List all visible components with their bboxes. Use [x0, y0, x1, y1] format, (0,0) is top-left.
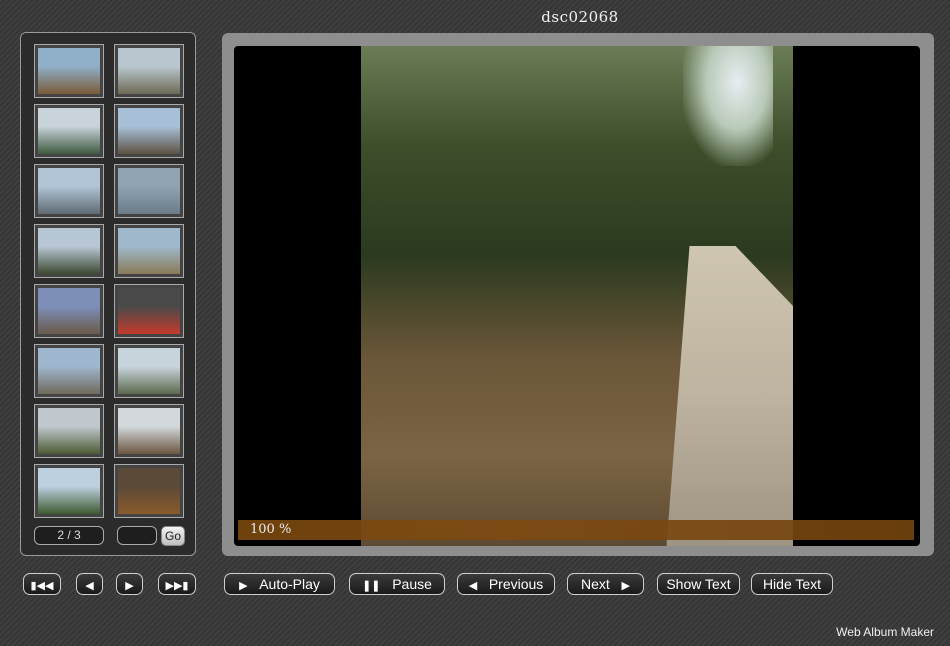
thumbnail-image — [118, 348, 180, 394]
thumbnail-image — [38, 468, 100, 514]
show-text-button[interactable]: Show Text — [657, 573, 740, 595]
next-button[interactable]: Next ▶ — [567, 573, 644, 595]
main-photo[interactable] — [361, 46, 793, 546]
hide-text-label: Hide Text — [762, 576, 822, 592]
thumbnail-image — [118, 48, 180, 94]
autoplay-label: Auto-Play — [259, 576, 320, 592]
thumbnail[interactable] — [114, 404, 184, 458]
thumbnail-image — [38, 228, 100, 274]
thumbnail[interactable] — [114, 284, 184, 338]
thumbnail-image — [38, 408, 100, 454]
photo-viewer: 100 % — [234, 46, 920, 546]
pause-icon: ❚❚ — [362, 580, 381, 592]
thumbnail[interactable] — [34, 44, 104, 98]
thumbnail-image — [118, 408, 180, 454]
next-icon: ▶ — [125, 580, 134, 592]
play-icon: ▶ — [239, 580, 248, 592]
prev-icon: ◀ — [85, 580, 94, 592]
previous-label: Previous — [488, 576, 544, 592]
viewer-frame: 100 % — [222, 33, 934, 556]
page-indicator: 2 / 3 — [34, 526, 104, 545]
photo-road — [666, 246, 793, 546]
thumbnail-image — [118, 228, 180, 274]
autoplay-button[interactable]: ▶ Auto-Play — [224, 573, 335, 595]
thumbnail[interactable] — [114, 344, 184, 398]
thumbnail[interactable] — [34, 404, 104, 458]
show-text-label: Show Text — [666, 576, 731, 592]
photo-sky — [683, 46, 773, 166]
previous-button[interactable]: ◀ Previous — [457, 573, 555, 595]
thumbnail[interactable] — [34, 464, 104, 518]
thumbnail-image — [38, 348, 100, 394]
pause-label: Pause — [392, 576, 432, 592]
thumbnail-image — [118, 108, 180, 154]
next-label: Next — [581, 576, 610, 592]
thumbnail[interactable] — [114, 44, 184, 98]
first-button[interactable]: ▮◀◀ — [23, 573, 61, 595]
thumbnail-image — [38, 288, 100, 334]
thumbnail[interactable] — [34, 224, 104, 278]
thumbnail-image — [118, 168, 180, 214]
thumbnail-image — [38, 108, 100, 154]
thumbnail[interactable] — [114, 224, 184, 278]
go-button[interactable]: Go — [161, 526, 185, 546]
thumbnail[interactable] — [114, 164, 184, 218]
thumbnail[interactable] — [114, 104, 184, 158]
thumbnail[interactable] — [34, 164, 104, 218]
page-number-input[interactable] — [117, 526, 157, 545]
pause-button[interactable]: ❚❚ Pause — [349, 573, 445, 595]
thumbnail-panel: 2 / 3 Go — [20, 32, 196, 556]
thumbnail[interactable] — [114, 464, 184, 518]
first-icon: ▮◀◀ — [30, 580, 54, 592]
prev-button[interactable]: ◀ — [76, 573, 103, 595]
loading-progress-bar: 100 % — [238, 520, 914, 540]
thumbnail[interactable] — [34, 284, 104, 338]
thumbnail-image — [38, 168, 100, 214]
footer-credit: Web Album Maker — [836, 625, 934, 639]
previous-icon: ◀ — [468, 580, 478, 592]
progress-text: 100 % — [250, 522, 292, 537]
last-button[interactable]: ▶▶▮ — [158, 573, 196, 595]
last-icon: ▶▶▮ — [165, 580, 189, 592]
thumbnail-image — [38, 48, 100, 94]
next-nav-button[interactable]: ▶ — [116, 573, 143, 595]
album-title: dsc02068 — [541, 8, 619, 26]
thumbnail-image — [118, 288, 180, 334]
progress-fill — [238, 520, 914, 540]
hide-text-button[interactable]: Hide Text — [751, 573, 833, 595]
next-arrow-icon: ▶ — [621, 580, 630, 592]
thumbnail[interactable] — [34, 104, 104, 158]
thumbnail[interactable] — [34, 344, 104, 398]
thumbnail-image — [118, 468, 180, 514]
